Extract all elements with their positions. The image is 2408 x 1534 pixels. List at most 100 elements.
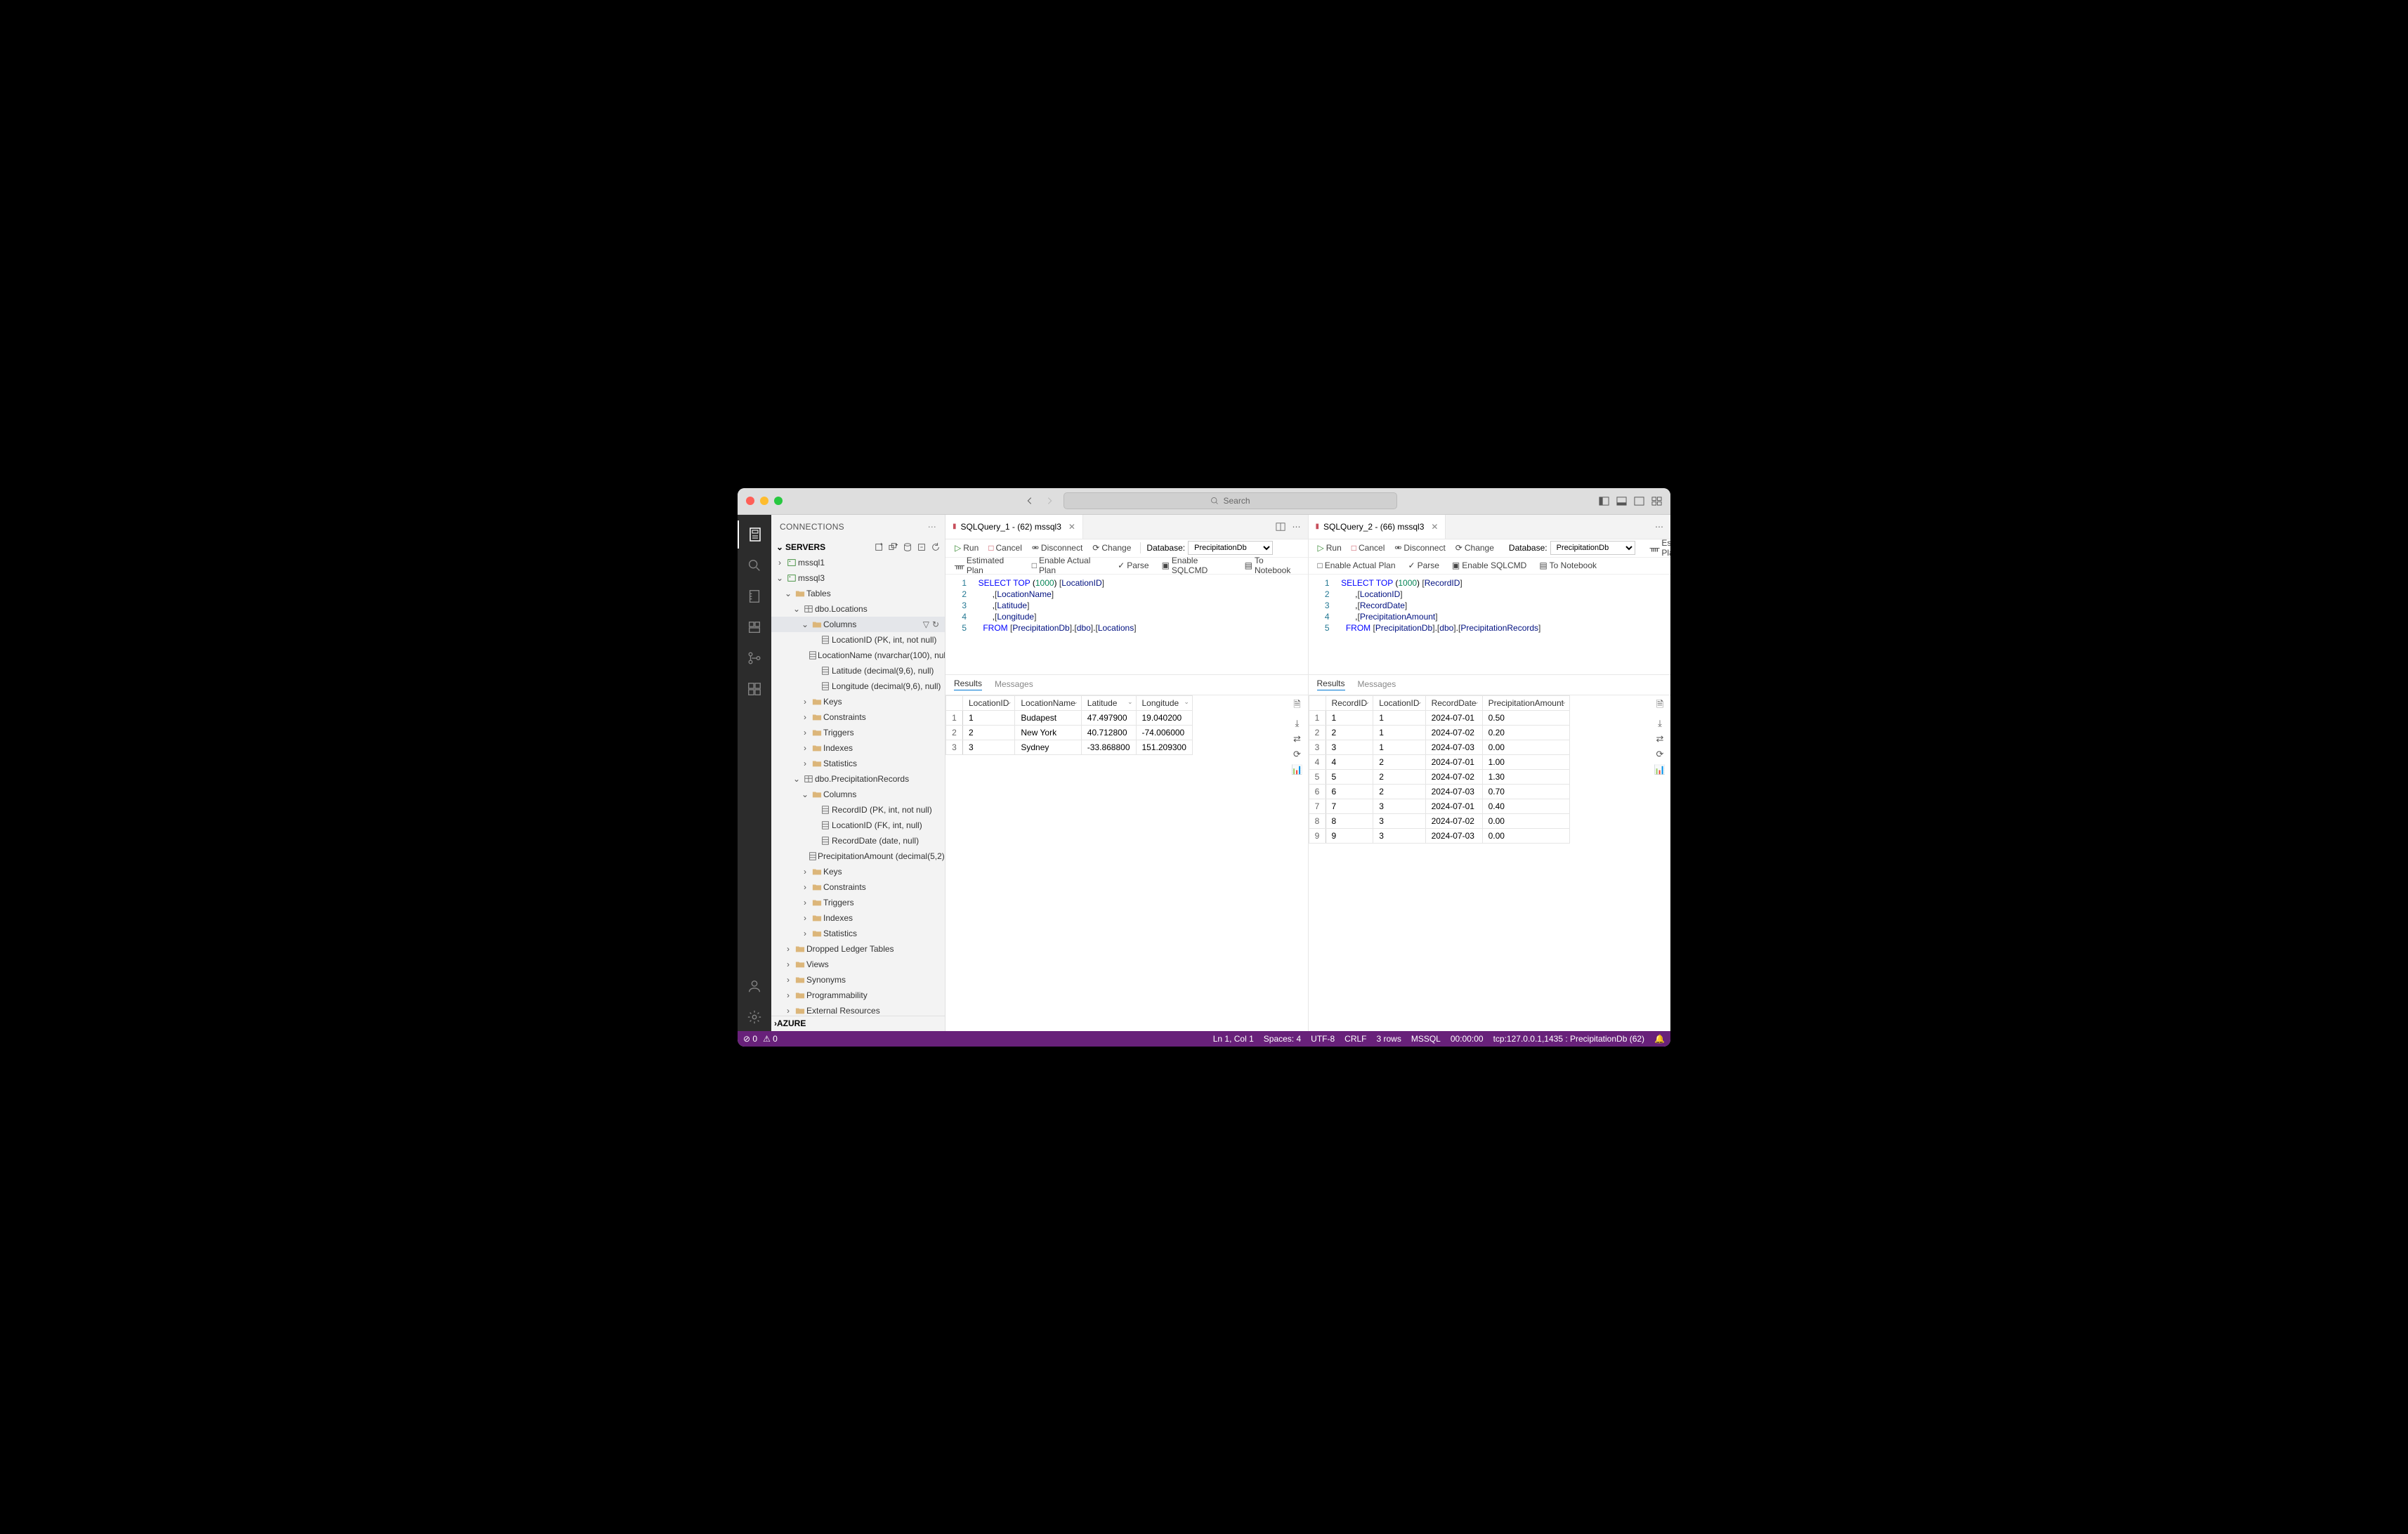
- to-notebook-button[interactable]: ▤To Notebook: [1241, 554, 1302, 577]
- estimated-plan-button-2[interactable]: ᚄEstimated Plan: [1647, 537, 1670, 559]
- parse-button[interactable]: ✓Parse: [1405, 559, 1443, 572]
- code-editor-1[interactable]: 12345 SELECT TOP (1000) [LocationID] ,[L…: [945, 575, 1308, 674]
- to-notebook-button[interactable]: ▤To Notebook: [1536, 559, 1600, 572]
- panel-right-icon[interactable]: [1634, 496, 1644, 506]
- filter-icon[interactable]: ▽: [923, 620, 929, 629]
- tree-item[interactable]: Longitude (decimal(9,6), null): [771, 678, 945, 694]
- actual-plan-button[interactable]: □Enable Actual Plan: [1028, 554, 1108, 577]
- server-icon[interactable]: [901, 542, 914, 552]
- results-tab[interactable]: Results: [954, 678, 982, 690]
- refresh-icon[interactable]: ↻: [932, 620, 939, 629]
- maximize-window-button[interactable]: [774, 497, 783, 505]
- messages-tab[interactable]: Messages: [995, 679, 1033, 690]
- tree-item[interactable]: LocationName (nvarchar(100), null): [771, 648, 945, 663]
- save-csv-icon[interactable]: 🗎: [1293, 698, 1300, 714]
- parse-button[interactable]: ✓Parse: [1114, 559, 1152, 572]
- tree-item[interactable]: ›Constraints: [771, 879, 945, 895]
- tree-item[interactable]: ›Indexes: [771, 740, 945, 756]
- visualize-icon[interactable]: 📊: [1654, 764, 1666, 775]
- minimize-window-button[interactable]: [760, 497, 768, 505]
- run-button[interactable]: ▷Run: [1314, 542, 1345, 554]
- results-tab[interactable]: Results: [1317, 678, 1345, 690]
- status-warnings[interactable]: ⚠ 0: [763, 1034, 778, 1044]
- layout-icon[interactable]: [1651, 496, 1662, 506]
- actual-plan-button[interactable]: □Enable Actual Plan: [1314, 559, 1399, 572]
- status-eol[interactable]: CRLF: [1344, 1034, 1366, 1044]
- azure-section-header[interactable]: ›AZURE: [771, 1016, 945, 1031]
- status-language[interactable]: MSSQL: [1411, 1034, 1441, 1044]
- tree-item[interactable]: ›Programmability: [771, 988, 945, 1003]
- tree-item[interactable]: ⌄dbo.Locations: [771, 601, 945, 617]
- sqlcmd-button[interactable]: ▣Enable SQLCMD: [1448, 559, 1530, 572]
- tree-item[interactable]: ›Statistics: [771, 756, 945, 771]
- panel-left-icon[interactable]: [1599, 496, 1609, 506]
- chart-icon[interactable]: ⟳: [1656, 749, 1664, 760]
- activity-notebooks[interactable]: [738, 582, 771, 610]
- disconnect-button[interactable]: ⚮Disconnect: [1028, 542, 1086, 554]
- more-actions-icon[interactable]: ⋯: [1293, 522, 1301, 532]
- tab-close-icon[interactable]: ✕: [1068, 522, 1075, 532]
- tree-item[interactable]: ›Constraints: [771, 709, 945, 725]
- tree-item[interactable]: RecordID (PK, int, not null): [771, 802, 945, 818]
- status-lncol[interactable]: Ln 1, Col 1: [1213, 1034, 1254, 1044]
- cancel-button[interactable]: □Cancel: [1348, 542, 1389, 554]
- activity-source-control[interactable]: [738, 644, 771, 672]
- run-button[interactable]: ▷Run: [951, 542, 982, 554]
- nav-back-button[interactable]: [1021, 492, 1038, 509]
- database-dropdown[interactable]: PrecipitationDb: [1188, 541, 1273, 555]
- tree-item[interactable]: ›Statistics: [771, 926, 945, 941]
- panel-bottom-icon[interactable]: [1616, 496, 1627, 506]
- tree-item[interactable]: ›Indexes: [771, 910, 945, 926]
- estimated-plan-button[interactable]: ᚄEstimated Plan: [951, 554, 1023, 577]
- tree-item[interactable]: ›Dropped Ledger Tables: [771, 941, 945, 957]
- status-spaces[interactable]: Spaces: 4: [1264, 1034, 1301, 1044]
- activity-search[interactable]: [738, 551, 771, 579]
- save-excel-icon[interactable]: ⤓: [1295, 718, 1300, 729]
- tree-item[interactable]: ⌄Tables: [771, 586, 945, 601]
- tree-item[interactable]: ›mssql1: [771, 555, 945, 570]
- status-bell-icon[interactable]: 🔔: [1654, 1034, 1665, 1044]
- tab-sqlquery1[interactable]: ▮ SQLQuery_1 - (62) mssql3 ✕: [945, 515, 1083, 539]
- tab-sqlquery2[interactable]: ▮ SQLQuery_2 - (66) mssql3 ✕: [1309, 515, 1446, 539]
- change-connection-button[interactable]: ⟳Change: [1089, 542, 1134, 554]
- tree-item[interactable]: ›Synonyms: [771, 972, 945, 988]
- database-dropdown[interactable]: PrecipitationDb: [1550, 541, 1635, 555]
- cancel-button[interactable]: □Cancel: [985, 542, 1026, 554]
- split-editor-icon[interactable]: [1276, 522, 1285, 532]
- tree-item[interactable]: ›Views: [771, 957, 945, 972]
- save-json-icon[interactable]: ⇄: [1293, 733, 1301, 745]
- disconnect-button[interactable]: ⚮Disconnect: [1391, 542, 1448, 554]
- tree-item[interactable]: ⌄dbo.PrecipitationRecords: [771, 771, 945, 787]
- code-editor-2[interactable]: 12345 SELECT TOP (1000) [RecordID] ,[Loc…: [1309, 575, 1671, 674]
- refresh-icon[interactable]: [929, 542, 942, 552]
- activity-account[interactable]: [738, 972, 771, 1000]
- tree-item[interactable]: ›Keys: [771, 694, 945, 709]
- tree-item[interactable]: ⌄Columns: [771, 787, 945, 802]
- tree-item[interactable]: ⌄mssql3: [771, 570, 945, 586]
- collapse-icon[interactable]: [915, 542, 928, 552]
- save-json-icon[interactable]: ⇄: [1656, 733, 1664, 745]
- tree-item[interactable]: PrecipitationAmount (decimal(5,2), null): [771, 848, 945, 864]
- chart-icon[interactable]: ⟳: [1293, 749, 1301, 760]
- tree-item[interactable]: ›Triggers: [771, 725, 945, 740]
- activity-explorer[interactable]: [738, 613, 771, 641]
- change-connection-button[interactable]: ⟳Change: [1452, 542, 1498, 554]
- tree-item[interactable]: RecordDate (date, null): [771, 833, 945, 848]
- tab-close-icon[interactable]: ✕: [1431, 522, 1438, 532]
- nav-forward-button[interactable]: [1041, 492, 1058, 509]
- close-window-button[interactable]: [746, 497, 754, 505]
- tree-item[interactable]: ⌄Columns▽↻: [771, 617, 945, 632]
- tree-item[interactable]: Latitude (decimal(9,6), null): [771, 663, 945, 678]
- tree-item[interactable]: ›Keys: [771, 864, 945, 879]
- activity-extensions[interactable]: [738, 675, 771, 703]
- more-actions-icon[interactable]: ⋯: [1655, 522, 1663, 532]
- results-grid-1[interactable]: LocationID⌄LocationName⌄Latitude⌄Longitu…: [945, 695, 1287, 1031]
- servers-section-header[interactable]: ⌄SERVERS: [771, 539, 945, 555]
- save-csv-icon[interactable]: 🗎: [1656, 698, 1663, 714]
- tree-item[interactable]: LocationID (FK, int, null): [771, 818, 945, 833]
- activity-settings[interactable]: [738, 1003, 771, 1031]
- sidebar-more-icon[interactable]: ⋯: [928, 522, 936, 532]
- tree-item[interactable]: ›External Resources: [771, 1003, 945, 1016]
- status-errors[interactable]: ⊘ 0: [743, 1034, 757, 1044]
- search-input[interactable]: Search: [1064, 492, 1397, 509]
